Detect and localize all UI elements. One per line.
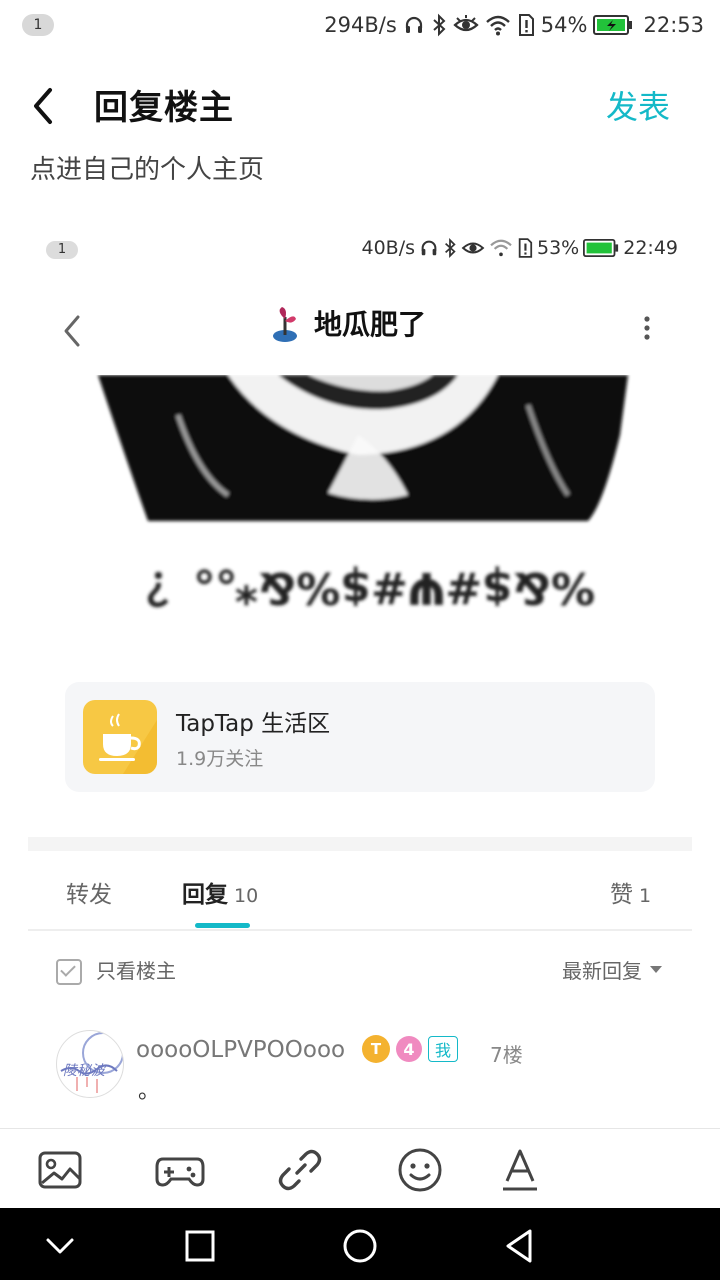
clock: 22:53 [643,13,704,37]
screenshot-battery-percent: 53% [537,237,580,259]
bluetooth-icon [431,13,447,37]
forum-followers: 1.9万关注 [176,748,264,770]
editor-text: 点进自己的个人主页 [30,155,265,180]
eye-icon [461,239,485,257]
tab-reply[interactable]: 回复 10 [182,875,258,909]
meme-image[interactable]: %&$#Ψ#$%&*。。？ [28,375,692,645]
network-speed: 294B/s [324,13,397,37]
battery-charging-icon [593,14,633,36]
meme-caption: %&$#Ψ#$%&*。。？ [125,562,595,613]
wifi-icon [485,14,511,36]
system-nav-bar [0,1208,720,1280]
sprout-icon [268,303,302,343]
only-op-checkbox[interactable] [56,959,82,985]
post-tabs: 转发 回复 10 赞1 [28,851,692,931]
reply-username[interactable]: ooooOLPVPOOooo [136,1037,345,1063]
tab-reply-label: 回复 [182,882,228,908]
alert-sim-icon [517,237,533,259]
chevron-left-icon[interactable] [58,311,88,351]
tab-repost[interactable]: 转发 [66,875,112,909]
section-divider [28,837,692,851]
compose-toolbar [0,1128,720,1209]
reply-filter-bar: 只看楼主 最新回复 [28,929,692,999]
active-tab-indicator [195,923,250,928]
tab-reply-count: 10 [234,885,259,907]
link-icon[interactable] [275,1145,325,1195]
level-badge: 4 [396,1036,422,1062]
more-vertical-icon[interactable] [642,313,652,343]
screenshot-clock: 22:49 [623,237,678,259]
alert-sim-icon [517,13,535,37]
editor-text-cutoff[interactable]: 点进自己的个人主页 [30,140,430,180]
screenshot-post-header: 地瓜肥了 [28,287,692,376]
tab-like-count: 1 [639,885,652,907]
text-format-icon[interactable] [495,1145,545,1195]
nav-collapse-icon[interactable] [40,1226,80,1266]
nav-back-icon[interactable] [500,1226,540,1266]
nav-recents-icon[interactable] [180,1226,220,1266]
back-arrow-icon[interactable] [26,84,66,128]
coffee-cup-icon [83,700,157,774]
battery-charging-icon [583,238,619,258]
only-op-label[interactable]: 只看楼主 [96,955,176,984]
status-bar: 1 294B/s 54% 22:53 [0,0,720,50]
wifi-icon [489,238,513,258]
floor-number: 7楼 [490,1043,523,1067]
notification-badge: 1 [22,14,54,36]
screenshot-notification-badge: 1 [46,241,78,259]
taptap-badge: T [362,1035,390,1063]
reply-content: 。 [138,1079,161,1104]
image-icon[interactable] [36,1145,86,1195]
headphones-icon [403,14,425,36]
forum-card[interactable]: TapTap 生活区 1.9万关注 [65,682,655,792]
bluetooth-icon [443,237,457,259]
gamepad-icon[interactable] [155,1145,205,1195]
avatar[interactable]: 陵秘波 [56,1030,124,1098]
caret-down-icon [650,966,662,973]
tab-like-label: 赞 [610,882,633,908]
sort-dropdown[interactable]: 最新回复 [562,955,662,984]
eye-icon [453,15,479,35]
screenshot-status-right: 40B/s 53% 22:49 [361,237,678,259]
publish-button[interactable]: 发表 [606,82,670,128]
tab-like[interactable]: 赞1 [610,875,651,909]
me-badge: 我 [428,1036,459,1062]
user-badges: T 4 我 [362,1035,459,1063]
emoji-icon[interactable] [395,1145,445,1195]
forum-name: TapTap 生活区 [176,711,331,737]
attached-screenshot[interactable]: 1 40B/s 53% 22:49 地瓜肥了 %&$#Ψ#$%&*。。？ Tap… [28,225,692,1130]
post-author[interactable]: 地瓜肥了 [268,303,426,343]
sort-label: 最新回复 [562,959,642,983]
screenshot-network-speed: 40B/s [361,237,415,259]
battery-percent: 54% [540,13,588,37]
svg-text:陵秘波: 陵秘波 [63,1063,107,1079]
reply-item[interactable]: 陵秘波 ooooOLPVPOOooo T 4 我 7楼 。 [28,1015,692,1130]
status-bar-right: 294B/s 54% 22:53 [324,10,704,40]
page-title: 回复楼主 [94,88,234,128]
post-author-name: 地瓜肥了 [314,308,427,341]
headphones-icon [419,238,439,258]
compose-header: 回复楼主 发表 [0,60,720,150]
nav-home-icon[interactable] [340,1226,380,1266]
